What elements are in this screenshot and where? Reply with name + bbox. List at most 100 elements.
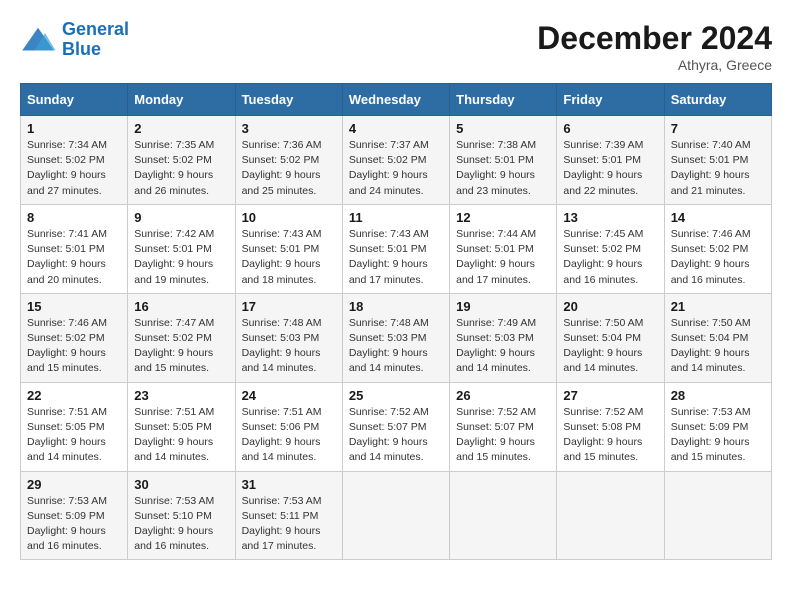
day-number: 21 [671, 299, 765, 314]
day-info: Sunrise: 7:53 AM Sunset: 5:09 PM Dayligh… [27, 494, 121, 555]
day-cell: 17 Sunrise: 7:48 AM Sunset: 5:03 PM Dayl… [235, 293, 342, 382]
day-info: Sunrise: 7:52 AM Sunset: 5:07 PM Dayligh… [456, 405, 550, 466]
day-number: 27 [563, 388, 657, 403]
day-info: Sunrise: 7:44 AM Sunset: 5:01 PM Dayligh… [456, 227, 550, 288]
day-info: Sunrise: 7:43 AM Sunset: 5:01 PM Dayligh… [242, 227, 336, 288]
day-number: 11 [349, 210, 443, 225]
day-number: 23 [134, 388, 228, 403]
day-cell: 1 Sunrise: 7:34 AM Sunset: 5:02 PM Dayli… [21, 116, 128, 205]
weekday-header-thursday: Thursday [450, 84, 557, 116]
weekday-header-monday: Monday [128, 84, 235, 116]
day-info: Sunrise: 7:34 AM Sunset: 5:02 PM Dayligh… [27, 138, 121, 199]
day-cell [342, 471, 449, 560]
day-number: 19 [456, 299, 550, 314]
day-cell: 18 Sunrise: 7:48 AM Sunset: 5:03 PM Dayl… [342, 293, 449, 382]
day-number: 17 [242, 299, 336, 314]
day-cell: 9 Sunrise: 7:42 AM Sunset: 5:01 PM Dayli… [128, 204, 235, 293]
day-cell: 27 Sunrise: 7:52 AM Sunset: 5:08 PM Dayl… [557, 382, 664, 471]
weekday-header-tuesday: Tuesday [235, 84, 342, 116]
day-cell: 16 Sunrise: 7:47 AM Sunset: 5:02 PM Dayl… [128, 293, 235, 382]
day-info: Sunrise: 7:37 AM Sunset: 5:02 PM Dayligh… [349, 138, 443, 199]
weekday-header-friday: Friday [557, 84, 664, 116]
day-cell: 4 Sunrise: 7:37 AM Sunset: 5:02 PM Dayli… [342, 116, 449, 205]
calendar-table: SundayMondayTuesdayWednesdayThursdayFrid… [20, 83, 772, 560]
day-cell: 25 Sunrise: 7:52 AM Sunset: 5:07 PM Dayl… [342, 382, 449, 471]
day-info: Sunrise: 7:39 AM Sunset: 5:01 PM Dayligh… [563, 138, 657, 199]
day-number: 20 [563, 299, 657, 314]
week-row-2: 8 Sunrise: 7:41 AM Sunset: 5:01 PM Dayli… [21, 204, 772, 293]
day-info: Sunrise: 7:53 AM Sunset: 5:09 PM Dayligh… [671, 405, 765, 466]
day-info: Sunrise: 7:38 AM Sunset: 5:01 PM Dayligh… [456, 138, 550, 199]
day-cell: 14 Sunrise: 7:46 AM Sunset: 5:02 PM Dayl… [664, 204, 771, 293]
week-row-4: 22 Sunrise: 7:51 AM Sunset: 5:05 PM Dayl… [21, 382, 772, 471]
day-info: Sunrise: 7:48 AM Sunset: 5:03 PM Dayligh… [349, 316, 443, 377]
location: Athyra, Greece [537, 57, 772, 73]
day-cell: 12 Sunrise: 7:44 AM Sunset: 5:01 PM Dayl… [450, 204, 557, 293]
day-info: Sunrise: 7:51 AM Sunset: 5:05 PM Dayligh… [134, 405, 228, 466]
month-title: December 2024 [537, 20, 772, 57]
week-row-5: 29 Sunrise: 7:53 AM Sunset: 5:09 PM Dayl… [21, 471, 772, 560]
week-row-3: 15 Sunrise: 7:46 AM Sunset: 5:02 PM Dayl… [21, 293, 772, 382]
day-info: Sunrise: 7:53 AM Sunset: 5:10 PM Dayligh… [134, 494, 228, 555]
day-cell: 11 Sunrise: 7:43 AM Sunset: 5:01 PM Dayl… [342, 204, 449, 293]
day-number: 15 [27, 299, 121, 314]
day-cell [664, 471, 771, 560]
day-info: Sunrise: 7:46 AM Sunset: 5:02 PM Dayligh… [27, 316, 121, 377]
day-cell: 23 Sunrise: 7:51 AM Sunset: 5:05 PM Dayl… [128, 382, 235, 471]
day-number: 24 [242, 388, 336, 403]
day-info: Sunrise: 7:42 AM Sunset: 5:01 PM Dayligh… [134, 227, 228, 288]
day-cell: 7 Sunrise: 7:40 AM Sunset: 5:01 PM Dayli… [664, 116, 771, 205]
logo-line1: General [62, 19, 129, 39]
day-number: 1 [27, 121, 121, 136]
weekday-header-wednesday: Wednesday [342, 84, 449, 116]
day-number: 8 [27, 210, 121, 225]
day-number: 2 [134, 121, 228, 136]
logo-text: General Blue [62, 20, 129, 60]
day-number: 31 [242, 477, 336, 492]
day-cell: 28 Sunrise: 7:53 AM Sunset: 5:09 PM Dayl… [664, 382, 771, 471]
day-cell: 10 Sunrise: 7:43 AM Sunset: 5:01 PM Dayl… [235, 204, 342, 293]
day-number: 14 [671, 210, 765, 225]
page-header: General Blue December 2024 Athyra, Greec… [20, 20, 772, 73]
day-info: Sunrise: 7:50 AM Sunset: 5:04 PM Dayligh… [563, 316, 657, 377]
day-number: 28 [671, 388, 765, 403]
day-number: 26 [456, 388, 550, 403]
day-number: 30 [134, 477, 228, 492]
day-info: Sunrise: 7:49 AM Sunset: 5:03 PM Dayligh… [456, 316, 550, 377]
day-cell: 31 Sunrise: 7:53 AM Sunset: 5:11 PM Dayl… [235, 471, 342, 560]
day-number: 12 [456, 210, 550, 225]
day-info: Sunrise: 7:41 AM Sunset: 5:01 PM Dayligh… [27, 227, 121, 288]
day-number: 22 [27, 388, 121, 403]
day-info: Sunrise: 7:53 AM Sunset: 5:11 PM Dayligh… [242, 494, 336, 555]
logo-line2: Blue [62, 39, 101, 59]
week-row-1: 1 Sunrise: 7:34 AM Sunset: 5:02 PM Dayli… [21, 116, 772, 205]
day-cell: 3 Sunrise: 7:36 AM Sunset: 5:02 PM Dayli… [235, 116, 342, 205]
day-info: Sunrise: 7:40 AM Sunset: 5:01 PM Dayligh… [671, 138, 765, 199]
day-cell: 21 Sunrise: 7:50 AM Sunset: 5:04 PM Dayl… [664, 293, 771, 382]
day-cell: 29 Sunrise: 7:53 AM Sunset: 5:09 PM Dayl… [21, 471, 128, 560]
day-cell [450, 471, 557, 560]
day-cell: 30 Sunrise: 7:53 AM Sunset: 5:10 PM Dayl… [128, 471, 235, 560]
title-block: December 2024 Athyra, Greece [537, 20, 772, 73]
day-cell: 20 Sunrise: 7:50 AM Sunset: 5:04 PM Dayl… [557, 293, 664, 382]
day-info: Sunrise: 7:45 AM Sunset: 5:02 PM Dayligh… [563, 227, 657, 288]
weekday-header-sunday: Sunday [21, 84, 128, 116]
logo-icon [20, 26, 56, 54]
day-cell: 6 Sunrise: 7:39 AM Sunset: 5:01 PM Dayli… [557, 116, 664, 205]
day-cell: 2 Sunrise: 7:35 AM Sunset: 5:02 PM Dayli… [128, 116, 235, 205]
day-number: 25 [349, 388, 443, 403]
day-info: Sunrise: 7:52 AM Sunset: 5:07 PM Dayligh… [349, 405, 443, 466]
day-info: Sunrise: 7:35 AM Sunset: 5:02 PM Dayligh… [134, 138, 228, 199]
day-number: 4 [349, 121, 443, 136]
day-cell: 5 Sunrise: 7:38 AM Sunset: 5:01 PM Dayli… [450, 116, 557, 205]
day-cell: 13 Sunrise: 7:45 AM Sunset: 5:02 PM Dayl… [557, 204, 664, 293]
day-info: Sunrise: 7:43 AM Sunset: 5:01 PM Dayligh… [349, 227, 443, 288]
day-info: Sunrise: 7:46 AM Sunset: 5:02 PM Dayligh… [671, 227, 765, 288]
weekday-header-saturday: Saturday [664, 84, 771, 116]
day-info: Sunrise: 7:48 AM Sunset: 5:03 PM Dayligh… [242, 316, 336, 377]
day-cell: 15 Sunrise: 7:46 AM Sunset: 5:02 PM Dayl… [21, 293, 128, 382]
weekday-header-row: SundayMondayTuesdayWednesdayThursdayFrid… [21, 84, 772, 116]
day-cell: 22 Sunrise: 7:51 AM Sunset: 5:05 PM Dayl… [21, 382, 128, 471]
day-cell: 8 Sunrise: 7:41 AM Sunset: 5:01 PM Dayli… [21, 204, 128, 293]
day-number: 9 [134, 210, 228, 225]
